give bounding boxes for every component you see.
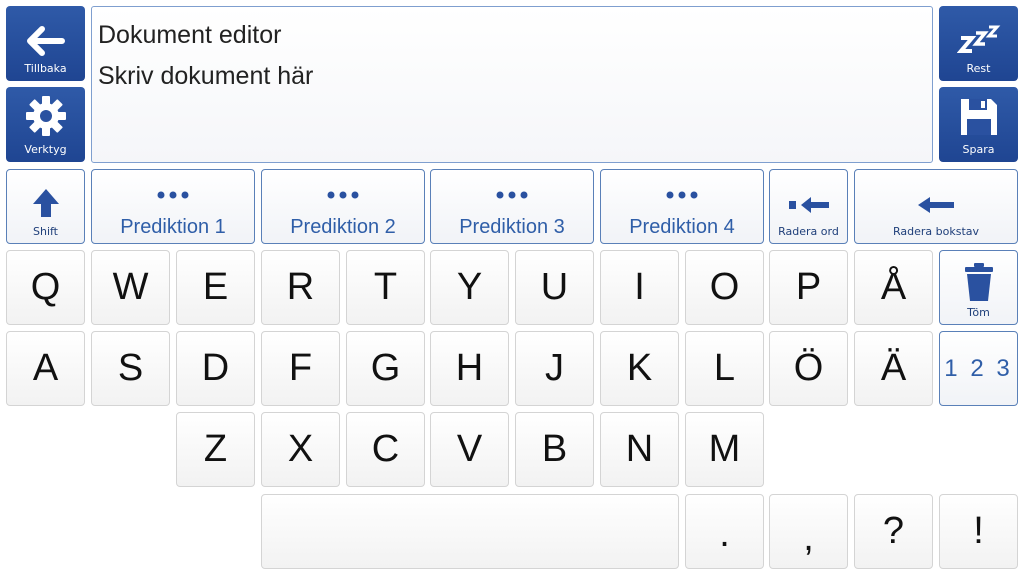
editor-title: Dokument editor bbox=[98, 21, 282, 49]
key-exclamation[interactable]: ! bbox=[939, 494, 1018, 569]
back-label: Tillbaka bbox=[24, 62, 67, 75]
key-h[interactable]: H bbox=[430, 331, 509, 406]
key-m[interactable]: M bbox=[685, 412, 764, 487]
clear-button[interactable]: Töm bbox=[939, 250, 1018, 325]
gear-icon bbox=[25, 96, 66, 136]
dots-icon bbox=[496, 191, 528, 199]
floppy-disk-icon bbox=[960, 99, 997, 135]
key-c[interactable]: C bbox=[346, 412, 425, 487]
key-y[interactable]: Y bbox=[430, 250, 509, 325]
key-d[interactable]: D bbox=[176, 331, 255, 406]
delete-word-icon bbox=[788, 197, 829, 213]
prediction-button-4[interactable]: Prediktion 4 bbox=[600, 169, 764, 244]
tools-label: Verktyg bbox=[24, 143, 67, 156]
key-j[interactable]: J bbox=[515, 331, 594, 406]
space-key[interactable] bbox=[261, 494, 679, 569]
shift-label: Shift bbox=[32, 225, 58, 238]
trash-icon bbox=[964, 263, 993, 301]
key-v[interactable]: V bbox=[430, 412, 509, 487]
delete-letter-button[interactable]: Radera bokstav bbox=[854, 169, 1018, 244]
dots-icon bbox=[666, 191, 698, 199]
tools-button[interactable]: Verktyg bbox=[6, 87, 85, 162]
prediction-label: Prediktion 4 bbox=[629, 216, 735, 238]
key-r[interactable]: R bbox=[261, 250, 340, 325]
delete-word-label: Radera ord bbox=[778, 225, 839, 238]
key-b[interactable]: B bbox=[515, 412, 594, 487]
arrow-left-icon bbox=[26, 26, 65, 56]
dots-icon bbox=[157, 191, 189, 199]
back-button[interactable]: Tillbaka bbox=[6, 6, 85, 81]
key-a-umlaut[interactable]: Ä bbox=[854, 331, 933, 406]
key-l[interactable]: L bbox=[685, 331, 764, 406]
key-f[interactable]: F bbox=[261, 331, 340, 406]
prediction-button-2[interactable]: Prediktion 2 bbox=[261, 169, 425, 244]
key-z[interactable]: Z bbox=[176, 412, 255, 487]
dots-icon bbox=[327, 191, 359, 199]
key-x[interactable]: X bbox=[261, 412, 340, 487]
key-o-umlaut[interactable]: Ö bbox=[769, 331, 848, 406]
key-question[interactable]: ? bbox=[854, 494, 933, 569]
key-p[interactable]: P bbox=[769, 250, 848, 325]
key-a-ring[interactable]: Å bbox=[854, 250, 933, 325]
numbers-button[interactable]: 1 2 3 bbox=[939, 331, 1018, 406]
key-w[interactable]: W bbox=[91, 250, 170, 325]
editor-text: Skriv dokument här bbox=[98, 62, 314, 90]
numbers-label: 1 2 3 bbox=[944, 354, 1013, 382]
sleep-zzz-icon bbox=[956, 25, 1000, 53]
key-period[interactable]: . bbox=[685, 494, 764, 569]
key-u[interactable]: U bbox=[515, 250, 594, 325]
key-i[interactable]: I bbox=[600, 250, 679, 325]
rest-button[interactable]: Rest bbox=[939, 6, 1018, 81]
key-s[interactable]: S bbox=[91, 331, 170, 406]
clear-label: Töm bbox=[967, 306, 990, 319]
shift-button[interactable]: Shift bbox=[6, 169, 85, 244]
prediction-label: Prediktion 3 bbox=[459, 216, 565, 238]
arrow-up-icon bbox=[32, 189, 59, 217]
key-comma[interactable]: , bbox=[769, 494, 848, 569]
key-n[interactable]: N bbox=[600, 412, 679, 487]
delete-letter-label: Radera bokstav bbox=[892, 225, 980, 238]
save-button[interactable]: Spara bbox=[939, 87, 1018, 162]
document-editor[interactable]: Dokument editor Skriv dokument här bbox=[91, 6, 933, 163]
key-q[interactable]: Q bbox=[6, 250, 85, 325]
arrow-left-icon bbox=[918, 197, 954, 213]
key-a[interactable]: A bbox=[6, 331, 85, 406]
delete-word-button[interactable]: Radera ord bbox=[769, 169, 848, 244]
rest-label: Rest bbox=[966, 62, 991, 75]
prediction-button-3[interactable]: Prediktion 3 bbox=[430, 169, 594, 244]
save-label: Spara bbox=[962, 143, 995, 156]
prediction-button-1[interactable]: Prediktion 1 bbox=[91, 169, 255, 244]
key-o[interactable]: O bbox=[685, 250, 764, 325]
prediction-label: Prediktion 2 bbox=[290, 216, 396, 238]
key-t[interactable]: T bbox=[346, 250, 425, 325]
prediction-label: Prediktion 1 bbox=[120, 216, 226, 238]
key-k[interactable]: K bbox=[600, 331, 679, 406]
key-e[interactable]: E bbox=[176, 250, 255, 325]
key-g[interactable]: G bbox=[346, 331, 425, 406]
